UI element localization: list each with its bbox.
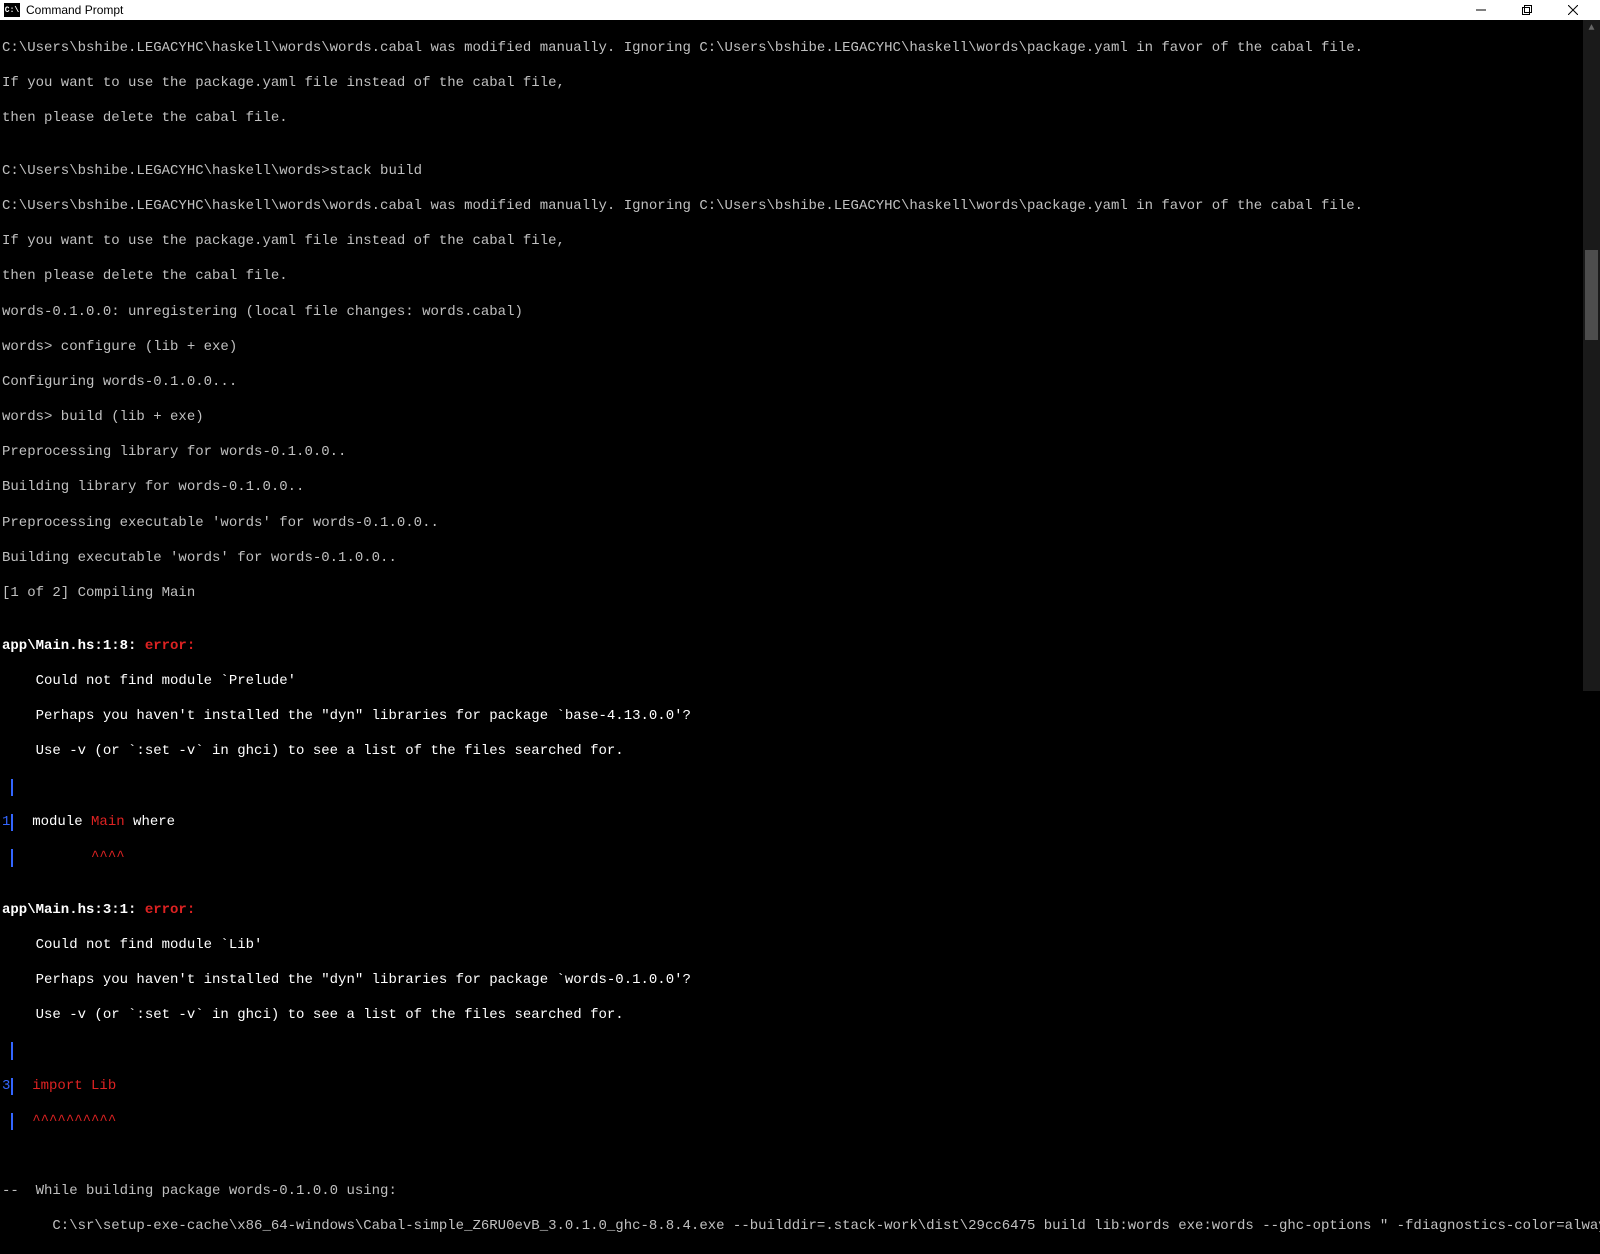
- window-titlebar: C:\ Command Prompt: [0, 0, 1600, 20]
- error-caret: ^^^^: [2, 849, 1600, 867]
- error-message: Perhaps you haven't installed the "dyn" …: [2, 708, 1600, 726]
- output-line: If you want to use the package.yaml file…: [2, 233, 1600, 251]
- output-line: Building library for words-0.1.0.0..: [2, 479, 1600, 497]
- error-location: app\Main.hs:1:8: error:: [2, 638, 1600, 656]
- output-line: -- While building package words-0.1.0.0 …: [2, 1183, 1600, 1201]
- output-line: Preprocessing executable 'words' for wor…: [2, 515, 1600, 533]
- vertical-scrollbar[interactable]: ▲: [1583, 20, 1600, 691]
- error-message: Use -v (or `:set -v` in ghci) to see a l…: [2, 743, 1600, 761]
- output-line: words> build (lib + exe): [2, 409, 1600, 427]
- error-location: app\Main.hs:3:1: error:: [2, 902, 1600, 920]
- window-title: Command Prompt: [26, 3, 1458, 17]
- error-gutter: [2, 779, 1600, 797]
- error-message: Could not find module `Prelude': [2, 673, 1600, 691]
- error-source: 3 import Lib: [2, 1078, 1600, 1096]
- scrollbar-up-arrow[interactable]: ▲: [1583, 20, 1600, 37]
- minimize-button[interactable]: [1458, 0, 1504, 20]
- prompt-line: C:\Users\bshibe.LEGACYHC\haskell\words>s…: [2, 163, 1600, 181]
- error-message: Could not find module `Lib': [2, 937, 1600, 955]
- error-gutter: [2, 1042, 1600, 1060]
- output-line: then please delete the cabal file.: [2, 268, 1600, 286]
- output-line: C:\Users\bshibe.LEGACYHC\haskell\words\w…: [2, 198, 1600, 216]
- close-button[interactable]: [1550, 0, 1596, 20]
- output-line: If you want to use the package.yaml file…: [2, 75, 1600, 93]
- output-line: Building executable 'words' for words-0.…: [2, 550, 1600, 568]
- maximize-button[interactable]: [1504, 0, 1550, 20]
- output-line: Configuring words-0.1.0.0...: [2, 374, 1600, 392]
- error-source: 1 module Main where: [2, 814, 1600, 832]
- output-line: Preprocessing library for words-0.1.0.0.…: [2, 444, 1600, 462]
- output-line: [1 of 2] Compiling Main: [2, 585, 1600, 603]
- output-line: words-0.1.0.0: unregistering (local file…: [2, 304, 1600, 322]
- output-line: C:\sr\setup-exe-cache\x86_64-windows\Cab…: [2, 1218, 1600, 1236]
- error-message: Perhaps you haven't installed the "dyn" …: [2, 972, 1600, 990]
- error-message: Use -v (or `:set -v` in ghci) to see a l…: [2, 1007, 1600, 1025]
- terminal-output[interactable]: C:\Users\bshibe.LEGACYHC\haskell\words\w…: [0, 20, 1600, 691]
- output-line: C:\Users\bshibe.LEGACYHC\haskell\words\w…: [2, 40, 1600, 58]
- window-controls: [1458, 0, 1596, 20]
- scrollbar-thumb[interactable]: [1585, 250, 1598, 340]
- output-line: words> configure (lib + exe): [2, 339, 1600, 357]
- error-caret: ^^^^^^^^^^: [2, 1113, 1600, 1131]
- output-line: then please delete the cabal file.: [2, 110, 1600, 128]
- app-icon: C:\: [4, 3, 20, 17]
